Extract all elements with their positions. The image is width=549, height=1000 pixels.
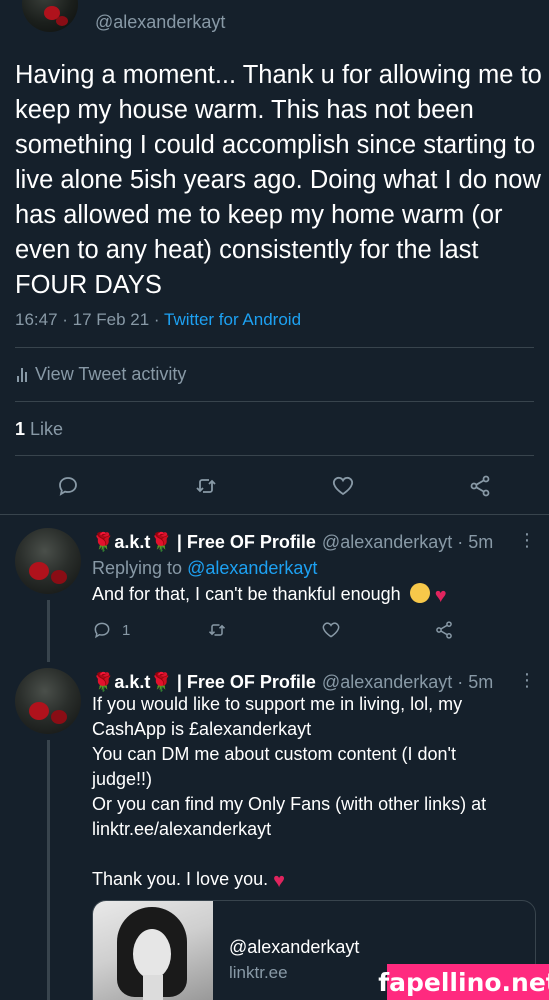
- author-handle[interactable]: @alexanderkayt: [95, 12, 225, 33]
- reply-icon: [59, 477, 77, 496]
- thread-line: [47, 740, 50, 1000]
- share-button[interactable]: [462, 468, 498, 504]
- card-image: [93, 901, 213, 1000]
- replying-label: Replying to: [92, 558, 188, 578]
- handle-time[interactable]: @alexanderkayt · 5m: [322, 532, 493, 553]
- sparkling-heart-emoji-icon: ♥: [434, 585, 447, 607]
- more-icon[interactable]: ⋮: [518, 670, 536, 691]
- divider: [15, 455, 534, 456]
- avatar[interactable]: [22, 0, 78, 32]
- like-icon: [332, 476, 354, 496]
- share-button[interactable]: [434, 620, 454, 640]
- reply-button[interactable]: [50, 468, 86, 504]
- replying-handle-link[interactable]: @alexanderkayt: [187, 558, 317, 578]
- tweet-text: Having a moment... Thank u for allowing …: [15, 61, 542, 299]
- display-name-prefix[interactable]: 🌹a.k.t🌹: [92, 672, 173, 693]
- display-name[interactable]: | Free OF Profile: [177, 532, 316, 553]
- tweet-meta: 16:47 · 17 Feb 21 · Twitter for Android: [15, 310, 301, 330]
- reply-actions: 1: [92, 620, 472, 646]
- activity-label: View Tweet activity: [35, 364, 187, 384]
- more-icon[interactable]: ⋮: [518, 530, 536, 551]
- display-name-prefix[interactable]: 🌹a.k.t🌹: [92, 532, 173, 553]
- main-tweet-header: @alexanderkayt: [0, 0, 549, 40]
- retweet-button[interactable]: [207, 620, 227, 640]
- retweet-button[interactable]: [188, 468, 224, 504]
- divider: [0, 514, 549, 515]
- reply-line: Or you can find my Only Fans (with other…: [92, 794, 487, 814]
- like-icon: [322, 622, 340, 638]
- reply-text-content: And for that, I can't be thankful enough: [92, 584, 401, 604]
- like-count-number: 1: [15, 419, 26, 439]
- reply-line: Thank you. I love you. ♥: [92, 867, 542, 894]
- linktree-link[interactable]: linktr.ee/alexanderkayt: [92, 817, 542, 842]
- reply-line: If you would like to support me in livin…: [92, 694, 463, 714]
- avatar[interactable]: [15, 528, 81, 594]
- heart-with-ribbon-emoji-icon: ♥: [273, 870, 285, 892]
- reply-header: 🌹a.k.t🌹 | Free OF Profile @alexanderkayt…: [92, 672, 493, 693]
- analytics-icon: [17, 367, 27, 382]
- tweet-actions: [0, 468, 549, 504]
- reply-line: judge!!): [92, 769, 153, 789]
- tweet-timestamp: 16:47 · 17 Feb 21 ·: [15, 310, 165, 329]
- card-title: @alexanderkayt: [229, 937, 360, 957]
- view-tweet-activity[interactable]: View Tweet activity: [17, 364, 186, 385]
- reply-icon: [94, 622, 110, 639]
- reply-line: CashApp is £alexanderkayt: [92, 719, 312, 739]
- likes-count[interactable]: 1 Like: [15, 419, 63, 440]
- reply-text: And for that, I can't be thankful enough…: [92, 582, 542, 609]
- card-domain: linktr.ee: [229, 963, 288, 982]
- share-icon: [436, 621, 452, 639]
- tweet-source-link[interactable]: Twitter for Android: [164, 310, 301, 329]
- reply-tweet[interactable]: 🌹a.k.t🌹 | Free OF Profile @alexanderkayt…: [0, 528, 549, 662]
- replying-to: Replying to @alexanderkayt: [92, 556, 542, 581]
- reply-line-content: Thank you. I love you.: [92, 869, 269, 889]
- display-name[interactable]: | Free OF Profile: [177, 672, 316, 693]
- rolling-eyes-emoji-icon: [409, 583, 430, 603]
- like-button[interactable]: [321, 620, 341, 640]
- reply-button[interactable]: 1: [92, 620, 130, 640]
- handle-time[interactable]: @alexanderkayt · 5m: [322, 672, 493, 693]
- share-icon: [470, 475, 490, 497]
- watermark: fapellino.net: [378, 964, 549, 1000]
- like-button[interactable]: [325, 468, 361, 504]
- avatar[interactable]: [15, 668, 81, 734]
- like-count-label: Like: [25, 419, 64, 439]
- reply-line: You can DM me about custom content (I do…: [92, 744, 456, 764]
- divider: [15, 401, 534, 402]
- retweet-icon: [196, 479, 216, 493]
- retweet-icon: [208, 624, 226, 636]
- divider: [15, 347, 534, 348]
- reply-header: 🌹a.k.t🌹 | Free OF Profile @alexanderkayt…: [92, 532, 493, 553]
- reply-count: 1: [122, 621, 131, 639]
- thread-line: [47, 600, 50, 662]
